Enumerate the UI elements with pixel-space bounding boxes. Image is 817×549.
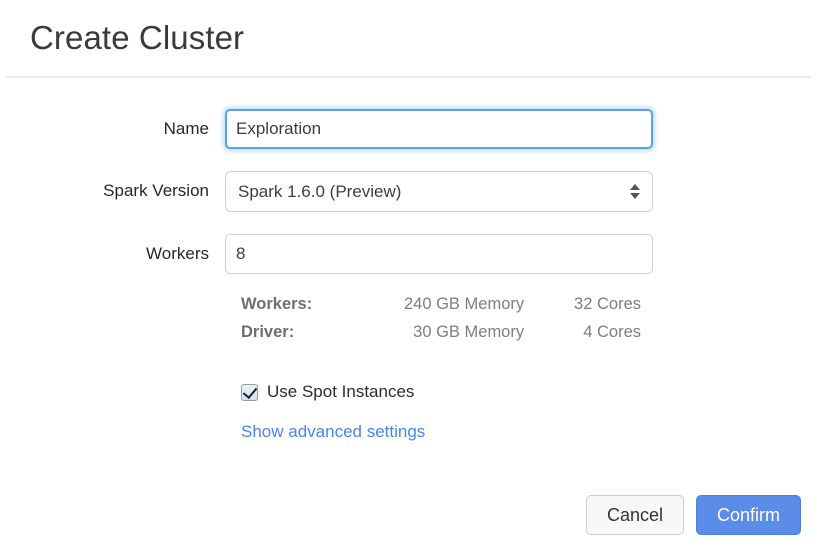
spark-version-field-wrap: Spark 1.6.0 (Preview) <box>225 171 653 212</box>
use-spot-instances-checkbox[interactable] <box>241 384 258 401</box>
spark-version-label: Spark Version <box>0 171 225 211</box>
spark-version-select[interactable]: Spark 1.6.0 (Preview) <box>225 171 653 212</box>
cluster-stats: Workers: 240 GB Memory 32 Cores Driver: … <box>241 290 641 346</box>
use-spot-instances-label[interactable]: Use Spot Instances <box>267 382 414 402</box>
workers-label: Workers <box>0 234 225 274</box>
cluster-stats-table: Workers: 240 GB Memory 32 Cores Driver: … <box>241 290 641 346</box>
table-row: Workers: 240 GB Memory 32 Cores <box>241 290 641 318</box>
stats-row-label: Driver: <box>241 318 370 346</box>
stats-row-label: Workers: <box>241 290 370 318</box>
stats-row-memory: 240 GB Memory <box>370 290 546 318</box>
table-row: Driver: 30 GB Memory 4 Cores <box>241 318 641 346</box>
stats-row-cores: 32 Cores <box>546 290 641 318</box>
name-input[interactable] <box>225 109 653 149</box>
stats-row-memory: 30 GB Memory <box>370 318 546 346</box>
stats-row-cores: 4 Cores <box>546 318 641 346</box>
spark-version-select-wrap[interactable]: Spark 1.6.0 (Preview) <box>225 171 653 212</box>
page-title: Create Cluster <box>30 16 787 60</box>
name-field-wrap <box>225 109 653 149</box>
create-cluster-dialog: Create Cluster Name Spark Version Spark … <box>0 0 817 549</box>
dialog-footer: Cancel Confirm <box>586 495 801 535</box>
confirm-button[interactable]: Confirm <box>696 495 801 535</box>
name-label: Name <box>0 109 225 149</box>
checkmark-icon <box>243 383 257 398</box>
workers-input[interactable] <box>225 234 653 274</box>
workers-field-wrap <box>225 234 653 274</box>
spot-instances-row[interactable]: Use Spot Instances <box>241 382 817 402</box>
dialog-body: Name Spark Version Spark 1.6.0 (Preview)… <box>0 78 817 442</box>
form-row-spark-version: Spark Version Spark 1.6.0 (Preview) <box>0 171 817 212</box>
show-advanced-settings-link[interactable]: Show advanced settings <box>241 422 425 442</box>
cancel-button[interactable]: Cancel <box>586 495 684 535</box>
form-row-name: Name <box>0 78 817 149</box>
form-row-workers: Workers <box>0 234 817 274</box>
dialog-header: Create Cluster <box>0 0 817 78</box>
